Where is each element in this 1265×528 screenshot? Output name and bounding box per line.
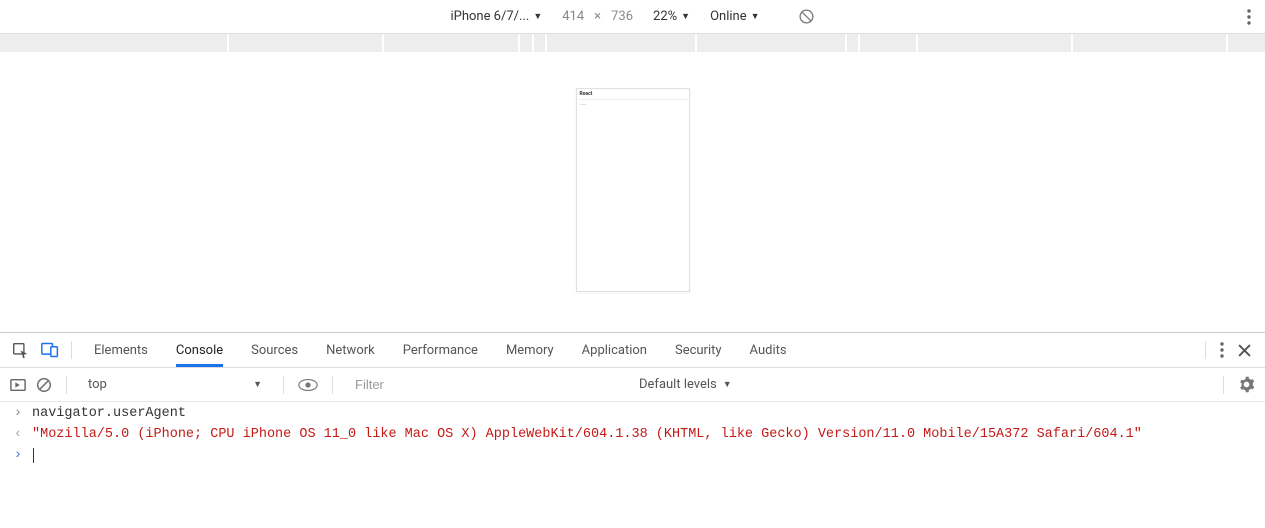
page-subtext: ...... bbox=[577, 100, 689, 107]
responsive-ruler bbox=[0, 34, 1265, 52]
console-prompt-row[interactable]: › bbox=[0, 444, 1265, 465]
ruler-segment[interactable] bbox=[520, 34, 531, 52]
device-toolbar: iPhone 6/7/... ▼ 414 × 736 22% ▼ Online … bbox=[0, 0, 1265, 34]
chevron-down-icon: ▼ bbox=[533, 11, 542, 22]
live-expressions-icon[interactable] bbox=[298, 378, 318, 392]
tab-memory[interactable]: Memory bbox=[506, 334, 554, 367]
device-selector[interactable]: iPhone 6/7/... ▼ bbox=[450, 9, 542, 24]
console-sidebar-toggle-icon[interactable] bbox=[10, 378, 26, 392]
throttling-value: Online bbox=[710, 9, 747, 24]
throttling-selector[interactable]: Online ▼ bbox=[710, 9, 759, 24]
dimension-separator: × bbox=[594, 9, 601, 24]
tab-console[interactable]: Console bbox=[176, 334, 223, 367]
toggle-device-icon[interactable] bbox=[41, 342, 59, 358]
device-width[interactable]: 414 bbox=[562, 9, 584, 24]
rotate-icon[interactable] bbox=[798, 8, 815, 25]
console-toolbar: top ▼ Default levels ▼ bbox=[0, 368, 1265, 402]
ruler-segment[interactable] bbox=[1228, 34, 1265, 52]
devtools-tabs-bar: Elements Console Sources Network Performance… bbox=[0, 332, 1265, 368]
tab-audits[interactable]: Audits bbox=[750, 334, 787, 367]
console-input-row: › navigator.userAgent bbox=[0, 402, 1265, 423]
device-dimensions: 414 × 736 bbox=[562, 9, 633, 24]
console-body[interactable]: › navigator.userAgent ‹ "Mozilla/5.0 (iP… bbox=[0, 402, 1265, 528]
execution-context-value: top bbox=[88, 377, 107, 392]
clear-console-icon[interactable] bbox=[36, 377, 52, 393]
inspect-element-icon[interactable] bbox=[12, 342, 29, 359]
device-name: iPhone 6/7/... bbox=[450, 9, 529, 24]
chevron-down-icon: ▼ bbox=[253, 379, 262, 390]
console-input-text: navigator.userAgent bbox=[32, 406, 1255, 421]
output-marker-icon: ‹ bbox=[10, 427, 22, 442]
zoom-value: 22% bbox=[653, 9, 677, 24]
devtools-tabs: Elements Console Sources Network Performance… bbox=[72, 334, 1205, 367]
ruler-segment[interactable] bbox=[847, 34, 858, 52]
chevron-down-icon: ▼ bbox=[681, 11, 690, 22]
console-prompt-input[interactable] bbox=[32, 448, 1255, 463]
tab-network[interactable]: Network bbox=[326, 334, 375, 367]
ruler-segment[interactable] bbox=[1073, 34, 1226, 52]
device-height[interactable]: 736 bbox=[611, 9, 633, 24]
ruler-segment[interactable] bbox=[384, 34, 518, 52]
ruler-segment[interactable] bbox=[697, 34, 845, 52]
gear-icon[interactable] bbox=[1238, 376, 1255, 393]
ruler-segment[interactable] bbox=[547, 34, 695, 52]
device-viewport-area: React ...... bbox=[0, 52, 1265, 332]
tab-performance[interactable]: Performance bbox=[403, 334, 478, 367]
filter-input[interactable] bbox=[347, 373, 627, 397]
ruler-segment[interactable] bbox=[0, 34, 227, 52]
chevron-down-icon: ▼ bbox=[723, 379, 732, 390]
tab-sources[interactable]: Sources bbox=[251, 334, 298, 367]
zoom-selector[interactable]: 22% ▼ bbox=[653, 9, 690, 24]
close-icon[interactable] bbox=[1238, 344, 1251, 357]
more-menu-icon[interactable] bbox=[1247, 0, 1251, 33]
page-title: React bbox=[577, 89, 689, 99]
tab-security[interactable]: Security bbox=[675, 334, 722, 367]
ruler-segment[interactable] bbox=[918, 34, 1071, 52]
input-marker-icon: › bbox=[10, 406, 22, 421]
ruler-segment[interactable] bbox=[534, 34, 545, 52]
log-levels-value: Default levels bbox=[639, 377, 717, 392]
more-menu-icon[interactable] bbox=[1220, 342, 1224, 358]
ruler-segment[interactable] bbox=[229, 34, 382, 52]
chevron-down-icon: ▼ bbox=[751, 11, 760, 22]
tab-application[interactable]: Application bbox=[582, 334, 647, 367]
device-frame[interactable]: React ...... bbox=[576, 88, 690, 292]
log-levels-selector[interactable]: Default levels ▼ bbox=[639, 377, 732, 392]
execution-context-selector[interactable]: top ▼ bbox=[81, 373, 269, 397]
console-output-row: ‹ "Mozilla/5.0 (iPhone; CPU iPhone OS 11… bbox=[0, 423, 1265, 444]
ruler-segment[interactable] bbox=[860, 34, 916, 52]
tab-elements[interactable]: Elements bbox=[94, 334, 148, 367]
console-output-text: "Mozilla/5.0 (iPhone; CPU iPhone OS 11_0… bbox=[32, 427, 1255, 442]
prompt-marker-icon: › bbox=[10, 448, 22, 463]
